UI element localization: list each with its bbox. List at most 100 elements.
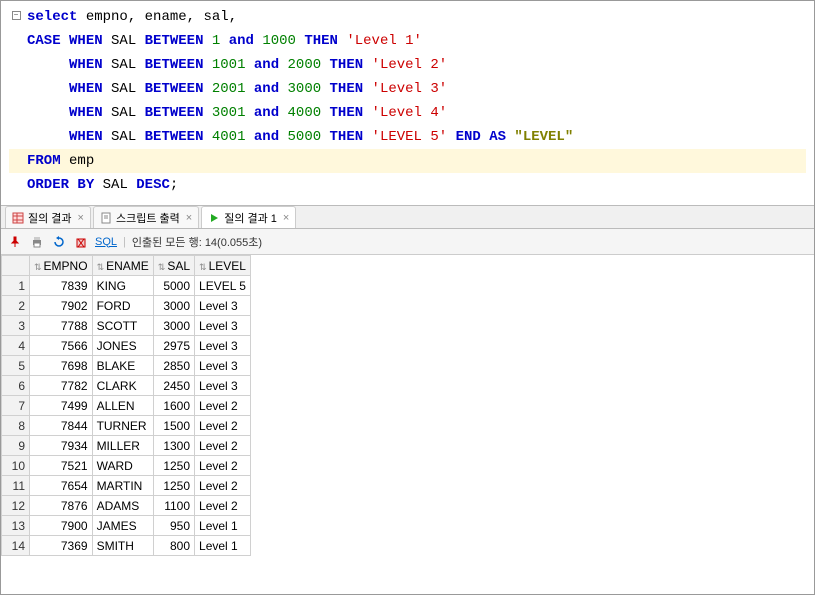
cell-level[interactable]: Level 1 xyxy=(195,516,251,536)
cell-level[interactable]: Level 2 xyxy=(195,436,251,456)
cell-ename[interactable]: SCOTT xyxy=(92,316,153,336)
cell-sal[interactable]: 2450 xyxy=(153,376,194,396)
fold-gutter[interactable] xyxy=(9,173,27,197)
cell-level[interactable]: Level 2 xyxy=(195,476,251,496)
cell-sal[interactable]: 1600 xyxy=(153,396,194,416)
fold-gutter[interactable] xyxy=(9,149,27,173)
result-tab[interactable]: 질의 결과 1× xyxy=(201,206,296,228)
cell-sal[interactable]: 800 xyxy=(153,536,194,556)
fold-gutter[interactable] xyxy=(9,29,27,53)
cell-level[interactable]: Level 3 xyxy=(195,336,251,356)
results-grid[interactable]: ⇅EMPNO⇅ENAME⇅SAL⇅LEVEL17839KING5000LEVEL… xyxy=(1,255,251,556)
cell-level[interactable]: Level 3 xyxy=(195,356,251,376)
cell-ename[interactable]: FORD xyxy=(92,296,153,316)
sort-icon[interactable]: ⇅ xyxy=(34,262,42,272)
cell-ename[interactable]: ADAMS xyxy=(92,496,153,516)
table-row[interactable]: 27902FORD3000Level 3 xyxy=(2,296,251,316)
table-row[interactable]: 67782CLARK2450Level 3 xyxy=(2,376,251,396)
cell-level[interactable]: Level 3 xyxy=(195,316,251,336)
cell-ename[interactable]: JONES xyxy=(92,336,153,356)
cell-level[interactable]: Level 3 xyxy=(195,296,251,316)
fold-gutter[interactable] xyxy=(9,101,27,125)
sql-editor[interactable]: −select empno, ename, sal,CASE WHEN SAL … xyxy=(1,1,814,205)
sort-icon[interactable]: ⇅ xyxy=(158,262,166,272)
cell-sal[interactable]: 2850 xyxy=(153,356,194,376)
cell-ename[interactable]: SMITH xyxy=(92,536,153,556)
table-row[interactable]: 147369SMITH800Level 1 xyxy=(2,536,251,556)
fold-gutter[interactable] xyxy=(9,77,27,101)
delete-icon[interactable] xyxy=(73,234,89,250)
result-tab[interactable]: 스크립트 출력× xyxy=(93,206,199,228)
cell-level[interactable]: Level 2 xyxy=(195,416,251,436)
cell-empno[interactable]: 7934 xyxy=(30,436,93,456)
code-line[interactable]: −select empno, ename, sal, xyxy=(9,5,806,29)
cell-empno[interactable]: 7788 xyxy=(30,316,93,336)
cell-sal[interactable]: 1500 xyxy=(153,416,194,436)
results-grid-container[interactable]: ⇅EMPNO⇅ENAME⇅SAL⇅LEVEL17839KING5000LEVEL… xyxy=(1,255,814,568)
cell-empno[interactable]: 7844 xyxy=(30,416,93,436)
pin-icon[interactable] xyxy=(7,234,23,250)
fold-gutter[interactable] xyxy=(9,125,27,149)
table-row[interactable]: 117654MARTIN1250Level 2 xyxy=(2,476,251,496)
cell-empno[interactable]: 7876 xyxy=(30,496,93,516)
table-row[interactable]: 77499ALLEN1600Level 2 xyxy=(2,396,251,416)
sort-icon[interactable]: ⇅ xyxy=(199,262,207,272)
cell-ename[interactable]: TURNER xyxy=(92,416,153,436)
code-line[interactable]: WHEN SAL BETWEEN 1001 and 2000 THEN 'Lev… xyxy=(9,53,806,77)
table-row[interactable]: 137900JAMES950Level 1 xyxy=(2,516,251,536)
result-tab[interactable]: 질의 결과× xyxy=(5,206,91,228)
column-header[interactable]: ⇅LEVEL xyxy=(195,256,251,276)
close-icon[interactable]: × xyxy=(78,212,84,224)
column-header[interactable]: ⇅EMPNO xyxy=(30,256,93,276)
cell-ename[interactable]: BLAKE xyxy=(92,356,153,376)
column-header[interactable]: ⇅SAL xyxy=(153,256,194,276)
cell-level[interactable]: Level 3 xyxy=(195,376,251,396)
cell-empno[interactable]: 7902 xyxy=(30,296,93,316)
cell-level[interactable]: Level 1 xyxy=(195,536,251,556)
table-row[interactable]: 107521WARD1250Level 2 xyxy=(2,456,251,476)
collapse-icon[interactable]: − xyxy=(12,11,21,20)
column-header[interactable]: ⇅ENAME xyxy=(92,256,153,276)
cell-level[interactable]: LEVEL 5 xyxy=(195,276,251,296)
cell-level[interactable]: Level 2 xyxy=(195,396,251,416)
code-line[interactable]: WHEN SAL BETWEEN 4001 and 5000 THEN 'LEV… xyxy=(9,125,806,149)
code-line[interactable]: CASE WHEN SAL BETWEEN 1 and 1000 THEN 'L… xyxy=(9,29,806,53)
cell-ename[interactable]: MARTIN xyxy=(92,476,153,496)
cell-sal[interactable]: 1100 xyxy=(153,496,194,516)
cell-empno[interactable]: 7499 xyxy=(30,396,93,416)
fold-gutter[interactable] xyxy=(9,53,27,77)
cell-empno[interactable]: 7839 xyxy=(30,276,93,296)
table-row[interactable]: 17839KING5000LEVEL 5 xyxy=(2,276,251,296)
table-row[interactable]: 127876ADAMS1100Level 2 xyxy=(2,496,251,516)
code-line[interactable]: WHEN SAL BETWEEN 3001 and 4000 THEN 'Lev… xyxy=(9,101,806,125)
table-row[interactable]: 57698BLAKE2850Level 3 xyxy=(2,356,251,376)
code-line[interactable]: WHEN SAL BETWEEN 2001 and 3000 THEN 'Lev… xyxy=(9,77,806,101)
cell-sal[interactable]: 1300 xyxy=(153,436,194,456)
cell-ename[interactable]: KING xyxy=(92,276,153,296)
cell-sal[interactable]: 3000 xyxy=(153,296,194,316)
close-icon[interactable]: × xyxy=(283,212,289,224)
cell-empno[interactable]: 7654 xyxy=(30,476,93,496)
cell-empno[interactable]: 7521 xyxy=(30,456,93,476)
cell-sal[interactable]: 1250 xyxy=(153,456,194,476)
close-icon[interactable]: × xyxy=(186,212,192,224)
table-row[interactable]: 37788SCOTT3000Level 3 xyxy=(2,316,251,336)
code-line[interactable]: FROM emp xyxy=(9,149,806,173)
sql-link[interactable]: SQL xyxy=(95,236,117,248)
cell-ename[interactable]: JAMES xyxy=(92,516,153,536)
cell-sal[interactable]: 950 xyxy=(153,516,194,536)
cell-empno[interactable]: 7782 xyxy=(30,376,93,396)
cell-empno[interactable]: 7566 xyxy=(30,336,93,356)
table-row[interactable]: 47566JONES2975Level 3 xyxy=(2,336,251,356)
cell-sal[interactable]: 2975 xyxy=(153,336,194,356)
cell-sal[interactable]: 3000 xyxy=(153,316,194,336)
cell-empno[interactable]: 7900 xyxy=(30,516,93,536)
sort-icon[interactable]: ⇅ xyxy=(97,262,105,272)
cell-ename[interactable]: WARD xyxy=(92,456,153,476)
code-line[interactable]: ORDER BY SAL DESC; xyxy=(9,173,806,197)
table-row[interactable]: 87844TURNER1500Level 2 xyxy=(2,416,251,436)
cell-level[interactable]: Level 2 xyxy=(195,496,251,516)
cell-sal[interactable]: 1250 xyxy=(153,476,194,496)
cell-empno[interactable]: 7369 xyxy=(30,536,93,556)
fold-gutter[interactable]: − xyxy=(9,5,27,29)
